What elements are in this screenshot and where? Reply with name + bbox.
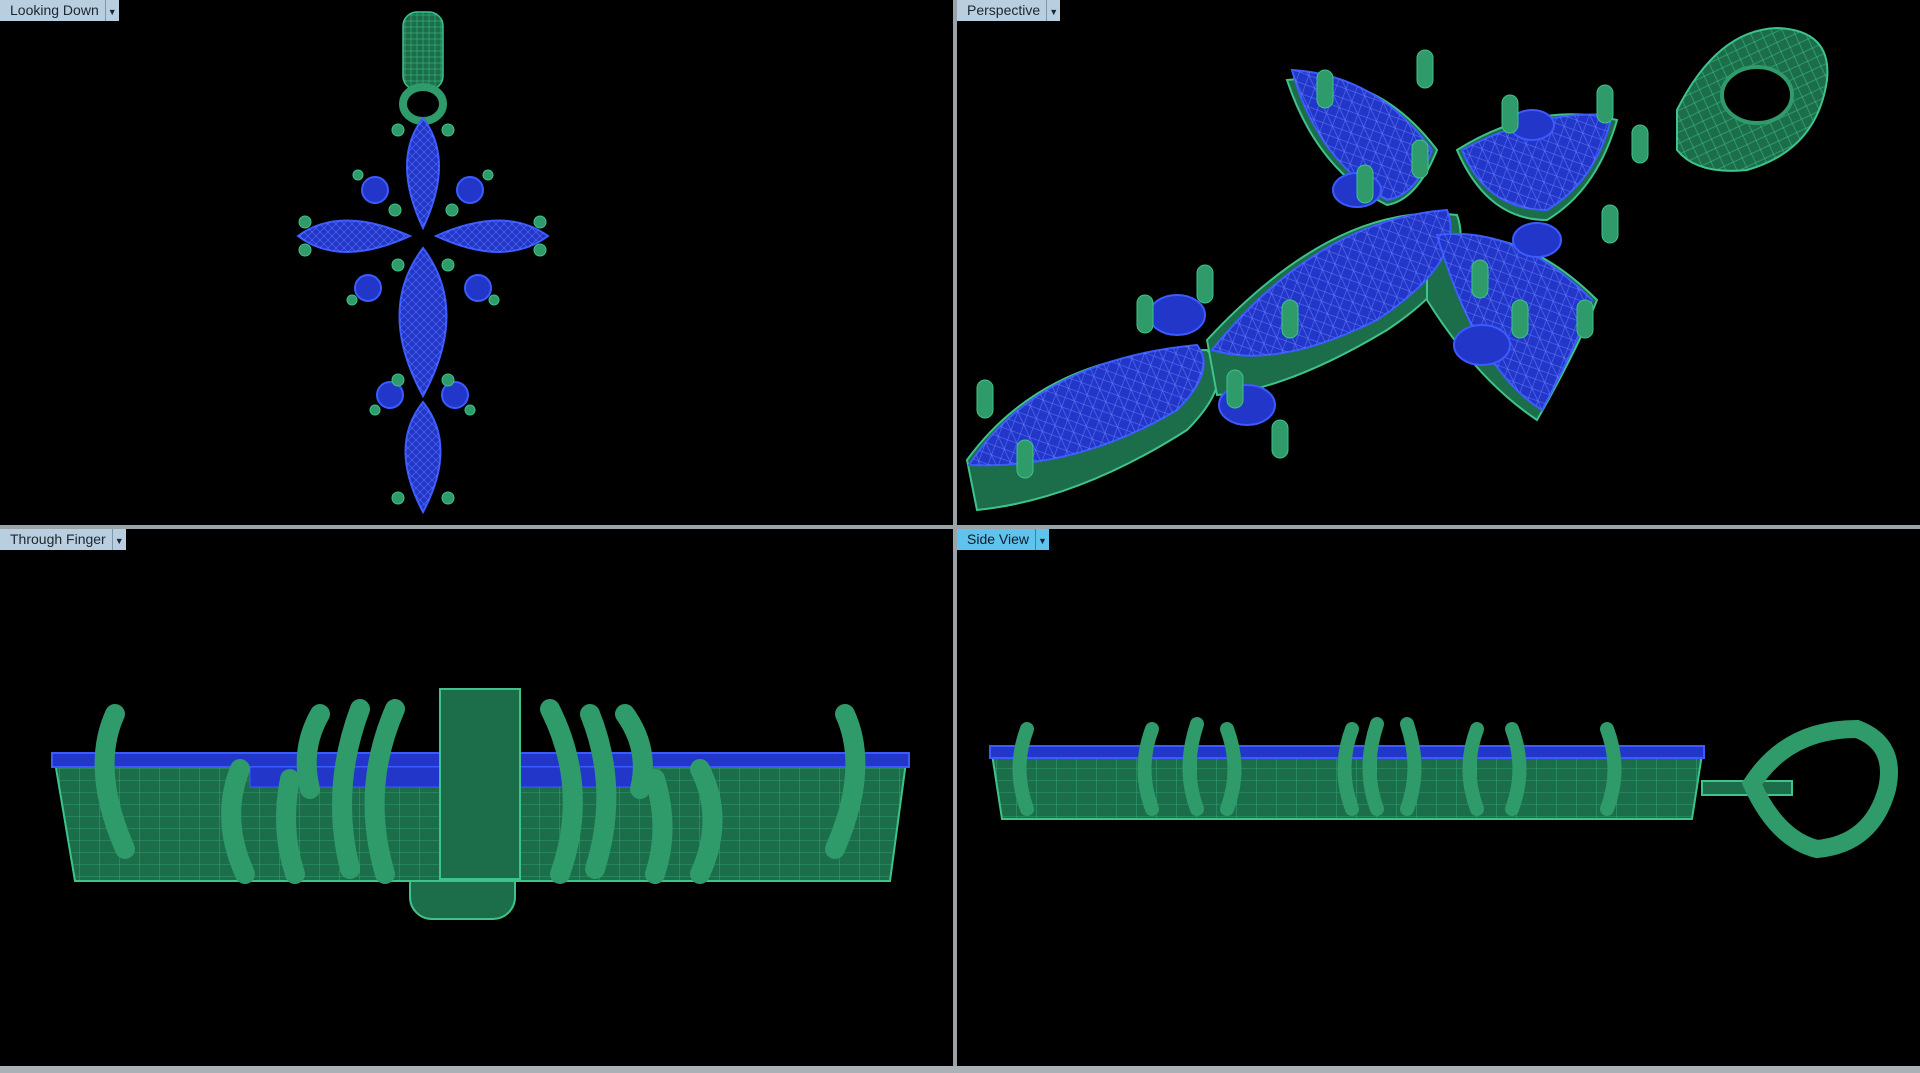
- viewport-title[interactable]: Side View: [957, 529, 1036, 550]
- gem-stones: [296, 116, 550, 515]
- pendant-body: [51, 688, 910, 882]
- viewport-label-side-view[interactable]: Side View ▼: [957, 529, 1050, 550]
- viewport-label-through-finger[interactable]: Through Finger ▼: [0, 529, 126, 550]
- chevron-down-icon[interactable]: ▼: [111, 529, 126, 550]
- status-strip: [0, 1066, 1920, 1073]
- bail: [399, 11, 447, 125]
- pendant-body: [989, 745, 1793, 820]
- front-view-render: [51, 688, 910, 920]
- viewport-layout: Looking Down ▼ Perspective ▼ Through Fin…: [0, 0, 1920, 1073]
- side-view-render: [989, 717, 1898, 859]
- chevron-down-icon[interactable]: ▼: [1035, 529, 1050, 550]
- top-view-render: [296, 11, 550, 515]
- viewport-title[interactable]: Looking Down: [0, 0, 105, 21]
- viewport-label-perspective[interactable]: Perspective ▼: [957, 0, 1061, 21]
- viewport-side-view[interactable]: Side View ▼: [957, 529, 1920, 1066]
- chevron-down-icon[interactable]: ▼: [104, 0, 119, 21]
- viewport-title[interactable]: Through Finger: [0, 529, 112, 550]
- viewport-label-looking-down[interactable]: Looking Down ▼: [0, 0, 119, 21]
- chevron-down-icon[interactable]: ▼: [1046, 0, 1061, 21]
- bail: [1676, 26, 1829, 172]
- viewport-title[interactable]: Perspective: [957, 0, 1047, 21]
- viewport-through-finger[interactable]: Through Finger ▼: [0, 529, 953, 1066]
- perspective-render: [965, 26, 1829, 512]
- viewport-perspective[interactable]: Perspective ▼: [957, 0, 1920, 525]
- viewport-looking-down[interactable]: Looking Down ▼: [0, 0, 953, 525]
